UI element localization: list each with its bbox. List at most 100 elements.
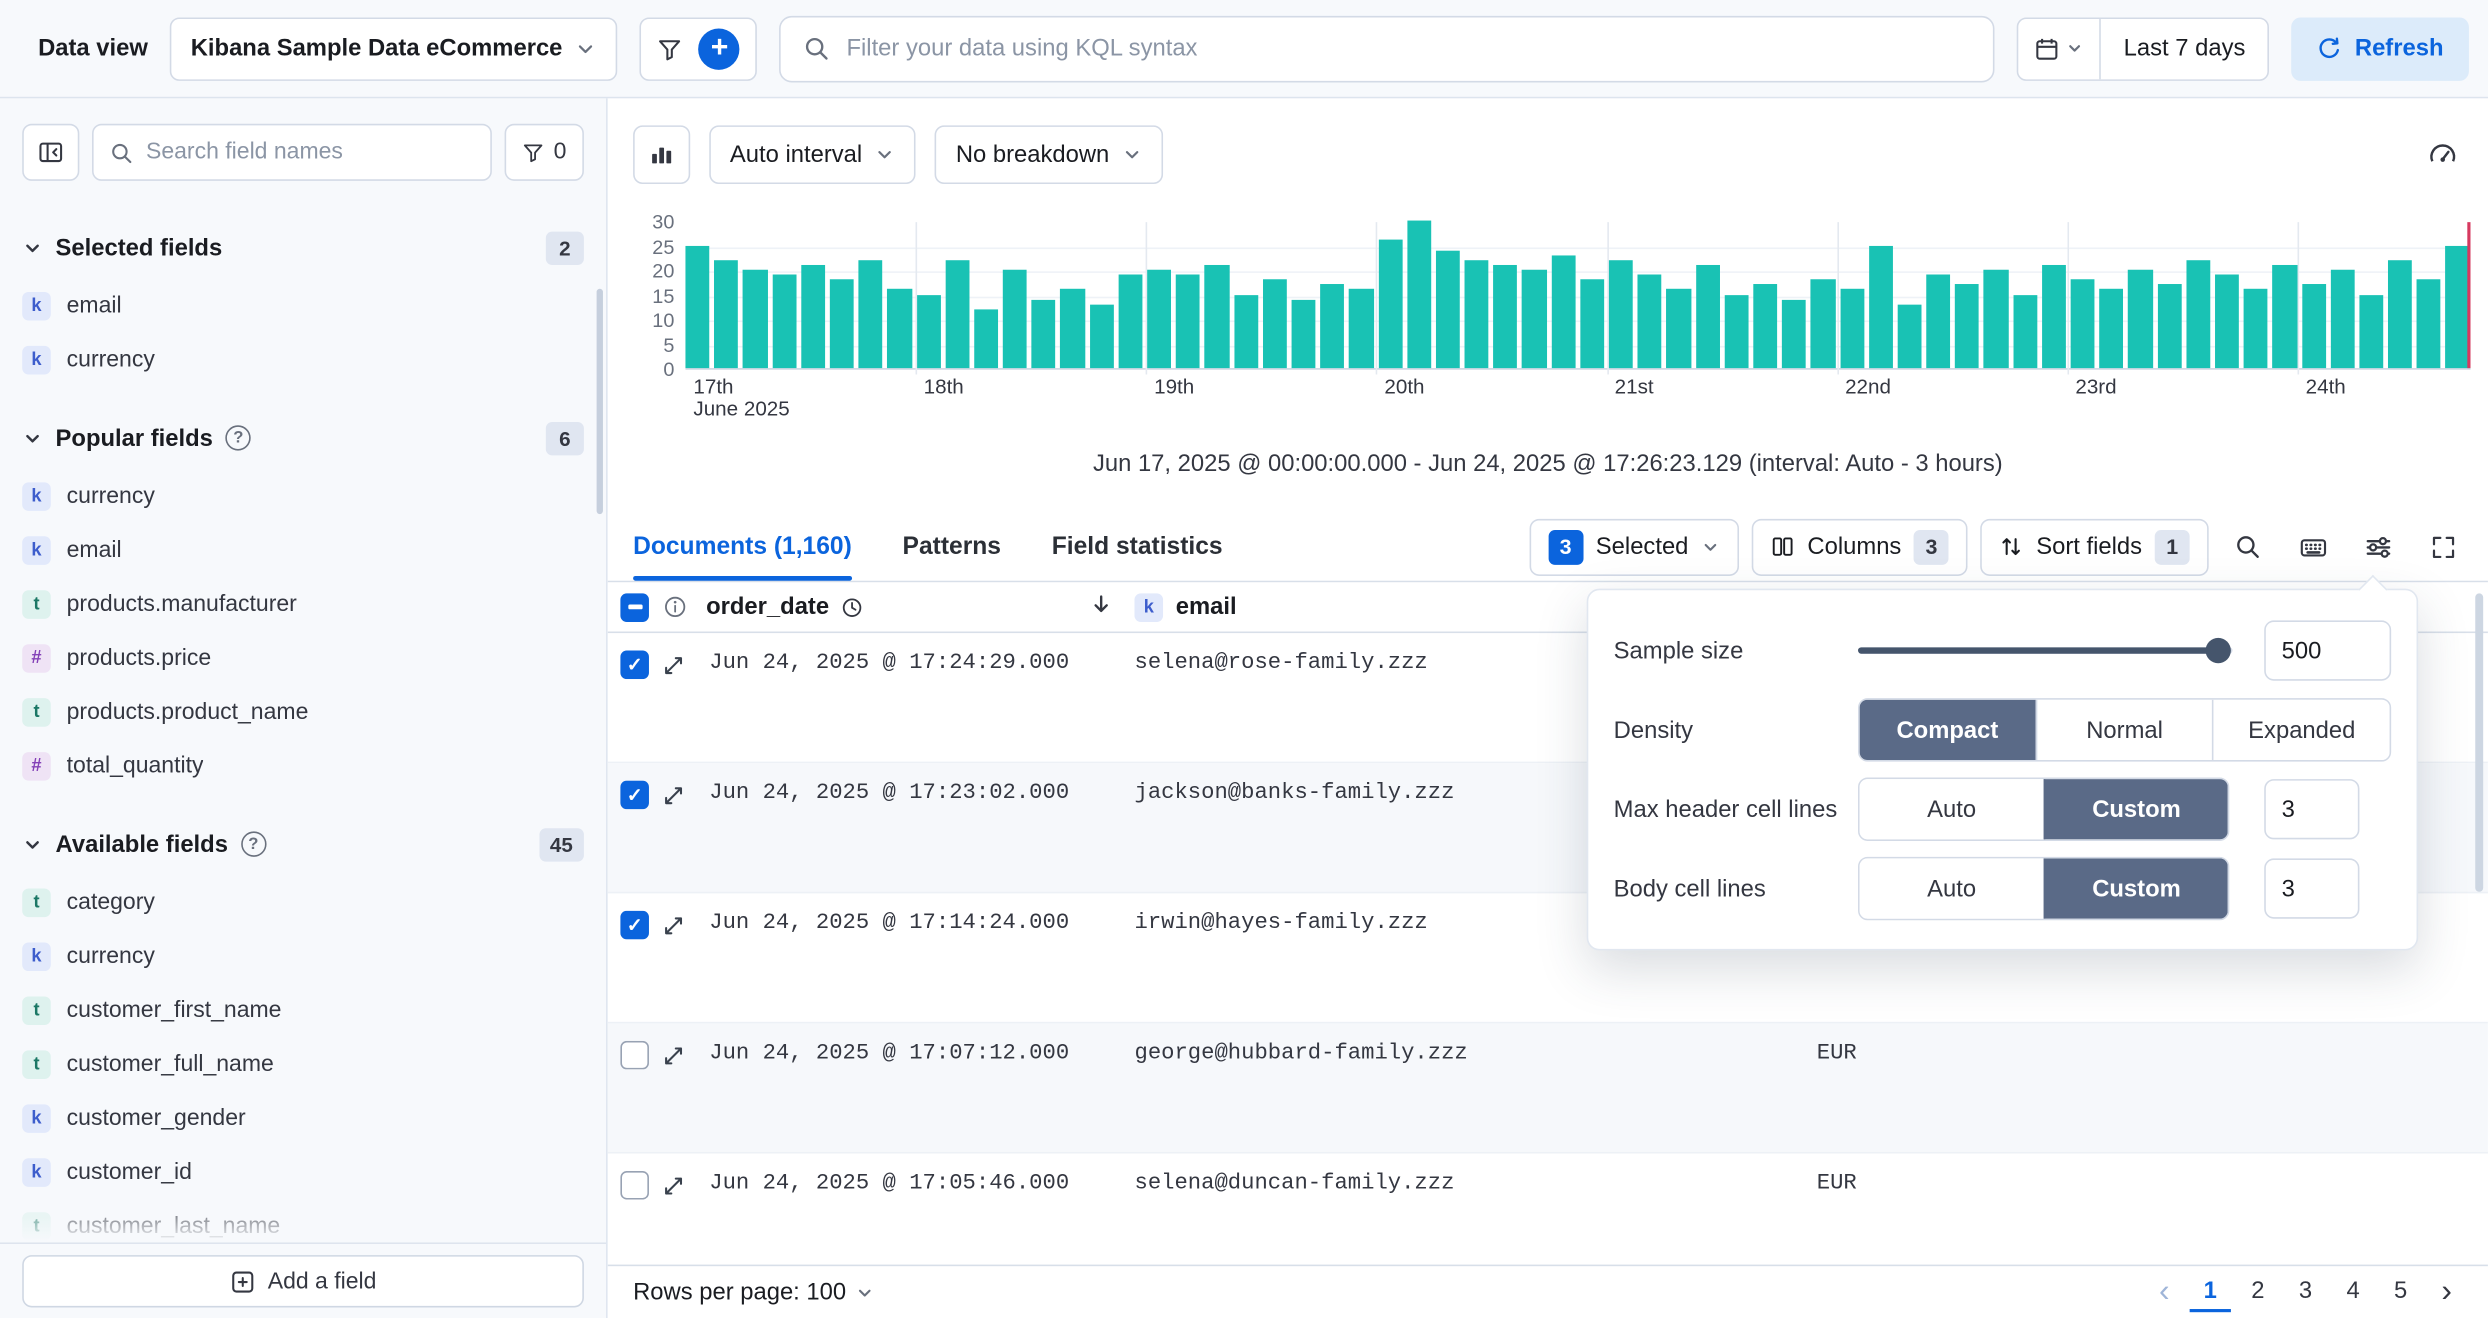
chart-visibility-button[interactable] [633, 125, 690, 184]
page-5[interactable]: 5 [2380, 1273, 2421, 1313]
field-item[interactable]: k currency [22, 470, 584, 524]
header-lines-input[interactable] [2264, 779, 2359, 839]
histogram-bar[interactable] [2128, 270, 2152, 368]
field-item[interactable]: # products.price [22, 632, 584, 686]
histogram-bar[interactable] [1638, 275, 1662, 368]
field-item[interactable]: t products.manufacturer [22, 578, 584, 632]
histogram-bar[interactable] [1926, 275, 1950, 368]
field-item[interactable]: t products.product_name [22, 685, 584, 739]
histogram-bar[interactable] [1291, 299, 1315, 368]
cell-order-date[interactable]: Jun 24, 2025 @ 17:05:46.000 [706, 1171, 1130, 1196]
field-section-header[interactable]: Selected fields 2 [22, 225, 584, 269]
histogram-bar[interactable] [1753, 285, 1777, 369]
histogram-bar[interactable] [2100, 289, 2124, 368]
histogram-bar[interactable] [1349, 289, 1373, 368]
option-auto[interactable]: Auto [1860, 858, 2044, 918]
tab-field-statistics[interactable]: Field statistics [1052, 513, 1223, 581]
histogram-bar[interactable] [2071, 280, 2095, 369]
histogram-bar[interactable] [1869, 245, 1893, 368]
cell-order-date[interactable]: Jun 24, 2025 @ 17:24:29.000 [706, 651, 1130, 676]
cell-currency[interactable]: EUR [1809, 1171, 2488, 1196]
histogram-bar[interactable] [1234, 294, 1258, 368]
page-1[interactable]: 1 [2190, 1273, 2231, 1313]
histogram-bar[interactable] [1580, 280, 1604, 369]
row-checkbox[interactable] [620, 1041, 649, 1070]
field-filter-button[interactable]: 0 [504, 124, 583, 181]
histogram-bar[interactable] [2042, 265, 2066, 368]
display-options-button[interactable] [2351, 520, 2403, 572]
select-all-checkbox[interactable] [620, 593, 649, 622]
field-item[interactable]: t category [22, 876, 584, 930]
field-item[interactable]: k email [22, 279, 584, 333]
histogram-bar[interactable] [1897, 304, 1921, 368]
histogram-bar[interactable] [1955, 285, 1979, 369]
histogram-bar[interactable] [1724, 294, 1748, 368]
histogram-bar[interactable] [1782, 299, 1806, 368]
field-item[interactable]: k customer_gender [22, 1092, 584, 1146]
histogram-bar[interactable] [1522, 270, 1546, 368]
option-custom[interactable]: Custom [2044, 779, 2228, 839]
cell-email[interactable]: selena@duncan-family.zzz [1130, 1171, 1809, 1196]
page-4[interactable]: 4 [2332, 1273, 2373, 1313]
histogram-bar[interactable] [2273, 265, 2297, 368]
cell-order-date[interactable]: Jun 24, 2025 @ 17:23:02.000 [706, 781, 1130, 806]
field-item[interactable]: t customer_full_name [22, 1038, 584, 1092]
histogram-bar[interactable] [801, 265, 825, 368]
histogram-bar[interactable] [859, 260, 883, 368]
fullscreen-button[interactable] [2417, 520, 2469, 572]
table-row[interactable]: Jun 24, 2025 @ 17:05:46.000 selena@dunca… [608, 1154, 2488, 1265]
histogram-bar[interactable] [1984, 270, 2008, 368]
histogram-bar[interactable] [1263, 280, 1287, 369]
field-item[interactable]: k email [22, 524, 584, 578]
histogram-bar[interactable] [685, 245, 709, 368]
previous-page-button[interactable]: ‹ [2145, 1272, 2183, 1313]
histogram-bar[interactable] [830, 280, 854, 369]
histogram-bar[interactable] [772, 275, 796, 368]
field-item[interactable]: t customer_last_name [22, 1200, 584, 1243]
field-section-header[interactable]: Available fields ? 45 [22, 822, 584, 866]
cell-email[interactable]: george@hubbard-family.zzz [1130, 1041, 1809, 1066]
histogram-bar[interactable] [2186, 260, 2210, 368]
histogram-bar[interactable] [2013, 294, 2037, 368]
cell-currency[interactable]: EUR [1809, 1041, 2488, 1066]
expand-row-icon[interactable] [662, 1043, 686, 1067]
histogram-bar[interactable] [916, 294, 940, 368]
calendar-button[interactable] [2019, 18, 2100, 78]
grid-search-button[interactable] [2221, 520, 2273, 572]
tab-patterns[interactable]: Patterns [903, 513, 1001, 581]
add-filter-button[interactable]: + [699, 28, 740, 69]
histogram-bar[interactable] [2417, 280, 2441, 369]
histogram-bar[interactable] [2302, 285, 2326, 369]
histogram-bar[interactable] [2388, 260, 2412, 368]
histogram-bar[interactable] [1003, 270, 1027, 368]
histogram-bar[interactable] [1205, 265, 1229, 368]
cell-order-date[interactable]: Jun 24, 2025 @ 17:14:24.000 [706, 911, 1130, 936]
histogram-bar[interactable] [1118, 275, 1142, 368]
row-checkbox[interactable] [620, 911, 649, 940]
option-auto[interactable]: Auto [1860, 779, 2044, 839]
row-checkbox[interactable] [620, 1171, 649, 1200]
chart-options-button[interactable] [2415, 127, 2469, 181]
next-page-button[interactable]: › [2428, 1272, 2466, 1313]
histogram-bar[interactable] [1061, 289, 1085, 368]
body-lines-input[interactable] [2264, 858, 2359, 918]
field-search-input[interactable] [146, 140, 474, 165]
histogram-bar[interactable] [714, 260, 738, 368]
field-item[interactable]: # total_quantity [22, 739, 584, 793]
kql-search-bar[interactable] [780, 15, 1995, 82]
breakdown-picker[interactable]: No breakdown [935, 125, 1163, 184]
field-item[interactable]: k currency [22, 333, 584, 387]
histogram-bar[interactable] [1667, 289, 1691, 368]
histogram-bar[interactable] [2330, 270, 2354, 368]
histogram-bar[interactable] [2446, 245, 2470, 368]
tab-documents[interactable]: Documents (1,160) [633, 513, 852, 581]
page-2[interactable]: 2 [2237, 1273, 2278, 1313]
histogram-bar[interactable] [1493, 265, 1517, 368]
option-expanded[interactable]: Expanded [2212, 700, 2389, 760]
grid-scrollbar[interactable] [2475, 593, 2483, 891]
sidebar-scrollbar[interactable] [597, 289, 603, 514]
columns-button[interactable]: Columns 3 [1752, 518, 1968, 575]
filter-funnel-icon[interactable] [658, 36, 683, 61]
expand-row-icon[interactable] [662, 783, 686, 807]
field-item[interactable]: k currency [22, 930, 584, 984]
